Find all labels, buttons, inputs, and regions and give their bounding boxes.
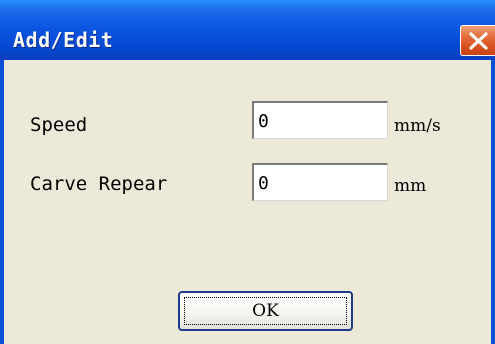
add-edit-dialog: Add/Edit Speed mm/s Carve Repear mm OK	[0, 0, 495, 344]
window-border-right	[491, 60, 495, 344]
carve-repeat-unit: mm	[394, 176, 427, 196]
carve-repeat-input[interactable]	[252, 163, 388, 201]
dialog-title: Add/Edit	[13, 28, 114, 52]
speed-input[interactable]	[252, 101, 388, 139]
ok-button-label: OK	[184, 297, 347, 325]
title-bar[interactable]: Add/Edit	[0, 0, 495, 60]
window-border-left	[0, 60, 4, 344]
close-icon	[469, 32, 488, 50]
ok-button[interactable]: OK	[178, 291, 353, 331]
close-button[interactable]	[460, 25, 495, 56]
speed-label: Speed	[30, 114, 88, 136]
carve-repeat-label: Carve Repear	[30, 173, 168, 195]
speed-unit: mm/s	[394, 116, 441, 136]
